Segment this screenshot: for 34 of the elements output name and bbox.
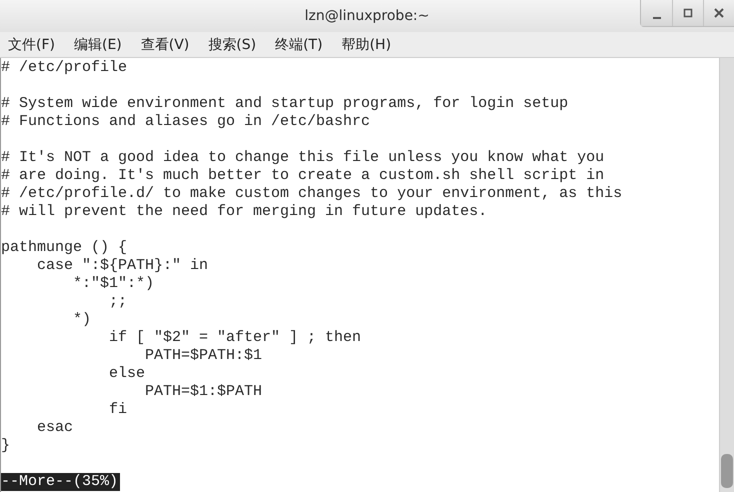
terminal-line: # Functions and aliases go in /etc/bashrc <box>1 113 372 131</box>
terminal-line: PATH=$PATH:$1 <box>144 347 264 365</box>
terminal-line: # /etc/profile.d/ to make custom changes to your environment, as this <box>1 185 624 203</box>
menu-item[interactable]: 查看(V) <box>140 36 190 54</box>
maximize-button[interactable] <box>672 0 703 26</box>
terminal-line: case ":${PATH}:" in <box>36 257 210 275</box>
menu-item[interactable]: 文件(F) <box>8 36 55 54</box>
terminal-line: } <box>1 437 12 455</box>
terminal-line: ;; <box>108 293 128 311</box>
terminal-line: # System wide environment and startup programs, for login setup <box>1 95 570 113</box>
menu-item[interactable]: 终端(T) <box>275 36 323 54</box>
terminal-line: *) <box>72 311 92 329</box>
terminal-line: # /etc/profile <box>1 59 128 77</box>
minimize-icon <box>652 17 660 19</box>
terminal-line: pathmunge () { <box>1 239 128 257</box>
close-button[interactable] <box>703 0 734 26</box>
maximize-icon <box>683 8 693 18</box>
terminal-line: else <box>108 365 146 383</box>
scrollbar[interactable] <box>719 58 734 492</box>
menu-item[interactable]: 搜索(S) <box>208 36 256 54</box>
terminal-line: PATH=$1:$PATH <box>144 383 264 401</box>
terminal-line: fi <box>108 401 128 419</box>
terminal-line: # are doing. It's much better to create a custom.sh shell script in <box>1 167 606 185</box>
scrollbar-thumb[interactable] <box>721 454 733 488</box>
terminal-line: if [ "$2" = "after" ] ; then <box>108 329 362 347</box>
menu-item[interactable]: 帮助(H) <box>342 36 392 54</box>
menu-item[interactable]: 编辑(E) <box>74 36 122 54</box>
more-prompt: --More--(35%) <box>1 473 120 491</box>
terminal-line: # will prevent the need for merging in future updates. <box>1 203 488 221</box>
terminal-line: # It's NOT a good idea to change this file unless you know what you <box>1 149 606 167</box>
terminal-line: *:"$1":*) <box>72 275 156 293</box>
terminal-line: esac <box>36 419 74 437</box>
window-title: lzn@linuxprobe:~ <box>304 8 430 24</box>
close-icon <box>714 8 724 18</box>
